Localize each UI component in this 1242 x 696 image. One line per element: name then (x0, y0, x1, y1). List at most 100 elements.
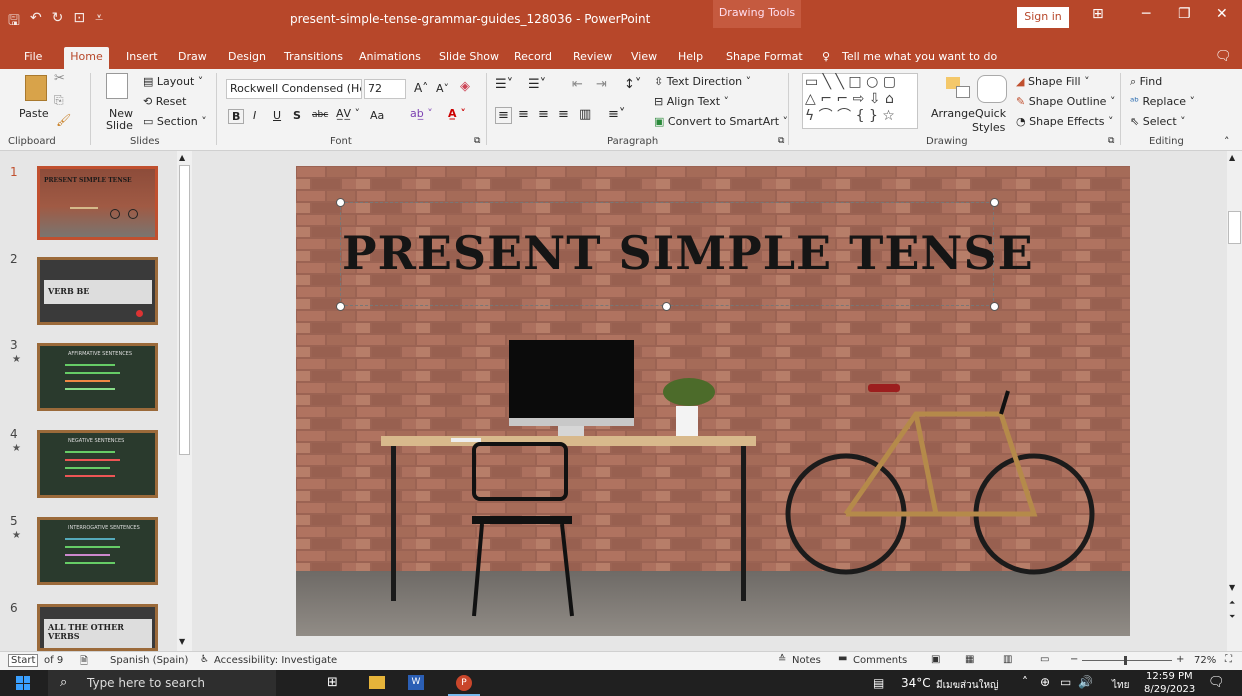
quick-styles-button[interactable]: Quick (975, 107, 1006, 120)
font-dialog-launcher-icon[interactable]: ⧉ (474, 136, 480, 146)
save-icon[interactable]: 🖫 (8, 10, 20, 34)
scroll-up-icon[interactable]: ▲ (179, 153, 185, 162)
paragraph-dialog-launcher-icon[interactable]: ⧉ (778, 136, 784, 146)
tab-file[interactable]: File (22, 47, 44, 69)
copy-icon[interactable]: ⎘ (54, 93, 64, 108)
zoom-out-icon[interactable]: − (1070, 654, 1078, 665)
justify-icon[interactable]: ≡ (558, 107, 569, 122)
shape-outline-button[interactable]: ✎ Shape Outline ˅ (1016, 95, 1115, 108)
undo-icon[interactable]: ↶ (30, 10, 42, 34)
spell-check-icon[interactable]: 🗎 (80, 654, 88, 671)
quick-styles-icon[interactable] (977, 75, 1007, 103)
slide-1[interactable]: PRESENT SIMPLE TENSE (296, 166, 1130, 636)
zoom-slider-thumb[interactable] (1124, 656, 1127, 665)
previous-slide-icon[interactable]: ⏶ (1229, 598, 1235, 608)
reading-view-icon[interactable]: ▥ (1003, 654, 1012, 665)
redo-icon[interactable]: ↻ (52, 10, 64, 34)
new-slide-button-line2[interactable]: Slide (106, 119, 133, 132)
zoom-in-icon[interactable]: + (1176, 654, 1184, 665)
clock-date[interactable]: 8/29/2023 (1144, 684, 1195, 695)
slide-thumbnail-1[interactable]: PRESENT SIMPLE TENSE (37, 166, 158, 240)
reset-button[interactable]: ⟲ Reset (143, 95, 186, 108)
close-icon[interactable]: ✕ (1216, 6, 1228, 22)
tab-view[interactable]: View (629, 47, 659, 69)
weather-icon[interactable]: ▤ (873, 676, 884, 690)
align-text-button[interactable]: ⊟ Align Text ˅ (654, 95, 729, 108)
bullets-icon[interactable]: ☰˅ (495, 77, 513, 92)
tab-record[interactable]: Record (512, 47, 554, 69)
network-icon[interactable]: ⊕ (1040, 675, 1050, 689)
tell-me-search[interactable]: Tell me what you want to do (840, 47, 999, 69)
quick-styles-button-line2[interactable]: Styles (972, 121, 1005, 134)
clear-formatting-icon[interactable]: ◈ (460, 79, 470, 94)
battery-icon[interactable]: ▭ (1060, 675, 1071, 689)
arrange-button[interactable]: Arrange (931, 107, 975, 120)
bold-button[interactable]: B (228, 109, 245, 124)
tab-home[interactable]: Home (64, 47, 109, 69)
word-icon[interactable]: W (408, 675, 424, 690)
slide-thumbnail-4[interactable]: NEGATIVE SENTENCES (37, 430, 158, 498)
file-explorer-icon[interactable] (369, 676, 385, 689)
text-direction-button[interactable]: ⇳ Text Direction ˅ (654, 75, 751, 88)
start-from-beginning-icon[interactable]: ⊡ (73, 10, 85, 34)
find-button[interactable]: ⌕ Find (1130, 75, 1162, 89)
new-slide-icon[interactable] (106, 73, 128, 99)
slide-thumbnail-6[interactable]: ALL THE OTHER VERBS (37, 604, 158, 651)
resize-handle[interactable] (336, 302, 345, 311)
collapse-ribbon-icon[interactable]: ˄ (1224, 135, 1230, 148)
resize-handle[interactable] (990, 198, 999, 207)
customize-qat-icon[interactable]: ⩡ (95, 10, 103, 34)
notification-icon[interactable]: 🗨 (1208, 675, 1225, 690)
strikethrough-button[interactable]: abc (312, 110, 328, 120)
scroll-down-icon[interactable]: ▼ (179, 637, 185, 646)
shape-effects-button[interactable]: ◔ Shape Effects ˅ (1016, 115, 1113, 128)
line-spacing-icon[interactable]: ↕˅ (624, 77, 641, 92)
shapes-gallery[interactable]: ▭ ╲ ╲ □ ○ ▢ △ ⌐ ⌐ ⇨ ⇩ ⌂ ϟ ⌒ ⌒ { } ☆ (802, 73, 918, 129)
comments-button[interactable]: Comments (853, 655, 907, 666)
thumbnail-scrollbar[interactable]: ▲ ▼ (177, 151, 192, 651)
slide-scrollbar[interactable]: ▲ ▼ ⏶ ⏷ (1227, 151, 1242, 651)
arrange-icon[interactable] (946, 77, 972, 101)
input-language[interactable]: ไทย (1112, 678, 1129, 693)
align-left-icon[interactable]: ≡ (495, 107, 512, 124)
decrease-font-icon[interactable]: A˅ (436, 82, 449, 95)
resize-handle[interactable] (336, 198, 345, 207)
tab-draw[interactable]: Draw (176, 47, 209, 69)
increase-indent-icon[interactable]: ⇥ (596, 77, 607, 92)
drawing-dialog-launcher-icon[interactable]: ⧉ (1108, 136, 1114, 146)
italic-button[interactable]: I (253, 109, 256, 122)
underline-button[interactable]: U (273, 109, 281, 122)
tab-slide-show[interactable]: Slide Show (437, 47, 501, 69)
slide-sorter-icon[interactable]: ▦ (965, 654, 974, 665)
resize-handle[interactable] (990, 302, 999, 311)
paste-button[interactable]: Paste (19, 107, 49, 120)
paste-icon[interactable] (25, 75, 47, 101)
zoom-slider[interactable] (1082, 660, 1172, 661)
change-case-button[interactable]: Aa (370, 109, 384, 122)
scroll-down-icon[interactable]: ▼ (1229, 583, 1235, 592)
tab-shape-format[interactable]: Shape Format (724, 47, 805, 69)
align-center-icon[interactable]: ≡ (518, 107, 529, 122)
font-color-icon[interactable]: A̲ ˅ (448, 107, 466, 120)
notes-button[interactable]: Notes (792, 655, 821, 666)
zoom-level[interactable]: 72% (1194, 655, 1216, 666)
normal-view-icon[interactable]: ▣ (931, 654, 940, 665)
accessibility-status[interactable]: Accessibility: Investigate (214, 655, 337, 666)
ribbon-display-options-icon[interactable]: ⊞ (1092, 6, 1104, 22)
selected-textbox-outline[interactable] (340, 202, 994, 306)
slideshow-view-icon[interactable]: ▭ (1040, 654, 1049, 665)
slide-thumbnail-3[interactable]: AFFIRMATIVE SENTENCES (37, 343, 158, 411)
more-paragraph-icon[interactable]: ≡˅ (608, 107, 625, 122)
select-button[interactable]: ⇖ Select ˅ (1130, 115, 1186, 128)
section-button[interactable]: ▭ Section ˅ (143, 115, 207, 128)
scroll-thumb[interactable] (179, 165, 190, 455)
cut-icon[interactable]: ✂ (54, 71, 65, 86)
font-name-select[interactable]: Rockwell Condensed (He… (226, 79, 362, 99)
restore-icon[interactable]: ❐ (1178, 6, 1191, 22)
decrease-indent-icon[interactable]: ⇤ (572, 77, 583, 92)
tab-animations[interactable]: Animations (357, 47, 423, 69)
windows-start-icon[interactable] (16, 676, 30, 690)
font-size-select[interactable]: 72 (364, 79, 406, 99)
slide-thumbnail-5[interactable]: INTERROGATIVE SENTENCES (37, 517, 158, 585)
weather-description[interactable]: มีเมฆส่วนใหญ่ (936, 678, 999, 693)
